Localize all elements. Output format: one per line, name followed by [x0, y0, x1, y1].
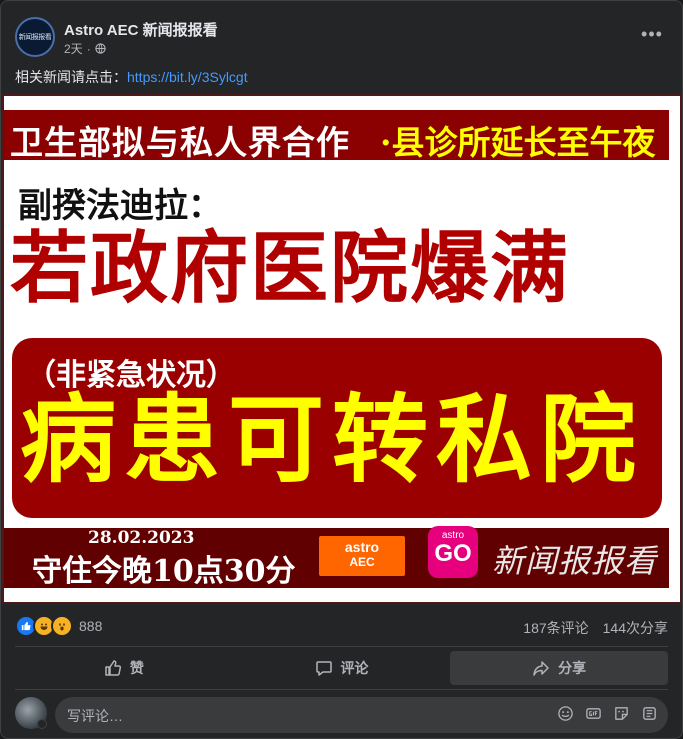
share-icon	[533, 661, 549, 676]
avatar-sticker-icon[interactable]	[640, 705, 658, 723]
post-header: 新闻报报看 Astro AEC 新闻报报看 2天 · •••	[15, 15, 668, 59]
post-meta: 2天 ·	[64, 40, 106, 57]
broadcast-time: 守住今晚10点30分	[32, 554, 296, 589]
sticker-icon[interactable]	[612, 705, 630, 723]
post-image[interactable]: 卫生部拟与私人界合作 ·县诊所延长至午夜 副揆法迪拉： 若政府医院爆满 （非紧急…	[1, 94, 682, 604]
post-text: 相关新闻请点击：https://bit.ly/3Sylcgt	[15, 67, 248, 87]
main-headline: 若政府医院爆满	[10, 224, 571, 314]
headline-right: ·县诊所延长至午夜	[380, 123, 656, 162]
share-button[interactable]: 分享	[450, 651, 669, 685]
comment-placeholder: 写评论…	[67, 708, 123, 724]
comment-button[interactable]: 评论	[233, 651, 451, 685]
divider-top	[15, 646, 668, 647]
astro-aec-logo: astro AEC	[319, 536, 405, 576]
headline-strip: 卫生部拟与私人界合作 ·县诊所延长至午夜	[4, 110, 669, 162]
share-label: 分享	[558, 660, 587, 676]
broadcast-date: 28.02.2023	[88, 528, 195, 548]
comment-count[interactable]: 187条评论	[523, 618, 588, 638]
page-avatar[interactable]: 新闻报报看	[15, 17, 55, 57]
reaction-stats: 888 187条评论 144次分享	[15, 615, 668, 639]
post-time[interactable]: 2天	[64, 40, 83, 57]
comment-composer: 写评论…	[15, 697, 668, 733]
reaction-count: 888	[79, 618, 103, 634]
action-bar: 赞 评论 分享	[15, 651, 669, 685]
like-label: 赞	[129, 660, 144, 676]
emoji-icon[interactable]	[556, 705, 574, 723]
post-card: 新闻报报看 Astro AEC 新闻报报看 2天 · ••• 相关新闻请点击：h…	[0, 0, 683, 739]
engagement-counts: 187条评论 144次分享	[523, 618, 668, 638]
headline-left: 卫生部拟与私人界合作	[10, 123, 350, 162]
post-link[interactable]: https://bit.ly/3Sylcgt	[127, 69, 248, 85]
avatar-menu-indicator[interactable]	[37, 719, 47, 729]
globe-icon	[95, 43, 106, 54]
big-headline: 病患可转私院	[20, 384, 644, 496]
share-count[interactable]: 144次分享	[603, 618, 668, 638]
like-button[interactable]: 赞	[15, 651, 233, 685]
subhead: 副揆法迪拉：	[18, 186, 222, 226]
wow-icon	[51, 615, 73, 637]
thumbs-up-icon	[105, 660, 121, 676]
gif-icon[interactable]	[584, 705, 602, 723]
comment-icon	[315, 661, 332, 676]
avatar-text: 新闻报报看	[18, 33, 52, 41]
reactions-summary[interactable]: 888	[15, 615, 102, 637]
comment-input[interactable]: 写评论…	[55, 697, 668, 733]
red-panel: （非紧急状况） 病患可转私院	[12, 338, 662, 518]
meta-separator: ·	[86, 41, 91, 56]
divider-bottom	[15, 689, 668, 690]
bottom-strip: 28.02.2023 守住今晚10点30分 astro AEC astro GO…	[4, 526, 669, 589]
post-caption: 相关新闻请点击：	[15, 69, 127, 85]
news-banner: 卫生部拟与私人界合作 ·县诊所延长至午夜 副揆法迪拉： 若政府医院爆满 （非紧急…	[4, 96, 680, 602]
astro-go-logo-bottom: GO	[434, 540, 472, 567]
astro-go-logo: astro GO	[428, 526, 478, 578]
astro-aec-logo-bottom: AEC	[349, 555, 375, 569]
page-name-link[interactable]: Astro AEC 新闻报报看	[64, 19, 218, 40]
more-options-button[interactable]: •••	[640, 25, 664, 49]
comment-label: 评论	[340, 660, 369, 676]
astro-aec-logo-top: astro	[344, 539, 380, 555]
program-calligraphy: 新闻报报看	[492, 542, 658, 580]
composer-icons	[556, 705, 658, 723]
